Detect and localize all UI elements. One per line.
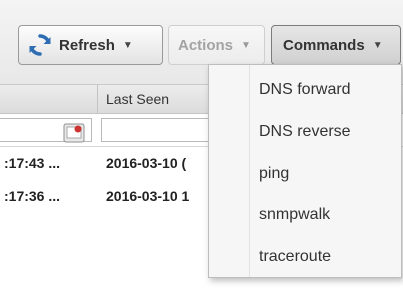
actions-button[interactable]: Actions ▼ [168, 25, 265, 65]
last-seen-filter-input[interactable] [101, 118, 211, 142]
first-seen-filter-input[interactable] [0, 118, 92, 143]
column-header-last-seen[interactable]: Last Seen [106, 91, 169, 107]
menu-item-dns-forward[interactable]: DNS forward [259, 81, 351, 99]
menu-item-ping[interactable]: ping [259, 165, 289, 183]
chevron-down-icon: ▼ [372, 39, 383, 51]
refresh-icon [27, 32, 53, 58]
first-seen-cell: :17:36 ... [4, 188, 61, 204]
column-divider[interactable] [97, 85, 98, 115]
menu-gutter [249, 65, 250, 277]
menu-item-traceroute[interactable]: traceroute [259, 248, 331, 266]
commands-button[interactable]: Commands ▼ [271, 25, 401, 65]
chevron-down-icon: ▼ [122, 39, 133, 51]
menu-item-snmpwalk[interactable]: snmpwalk [259, 206, 330, 224]
commands-menu: DNS forward DNS reverse ping snmpwalk tr… [208, 64, 402, 278]
last-seen-cell: 2016-03-10 1 [106, 188, 190, 204]
filter-icon[interactable] [63, 123, 85, 143]
menu-item-dns-reverse[interactable]: DNS reverse [259, 123, 351, 141]
commands-button-label: Commands [283, 36, 365, 54]
actions-button-label: Actions [178, 36, 234, 54]
refresh-button[interactable]: Refresh ▼ [18, 25, 163, 65]
first-seen-cell: :17:43 ... [4, 155, 61, 171]
last-seen-cell: 2016-03-10 ( [106, 155, 187, 171]
chevron-down-icon: ▼ [241, 39, 251, 51]
refresh-button-label: Refresh [59, 36, 115, 54]
